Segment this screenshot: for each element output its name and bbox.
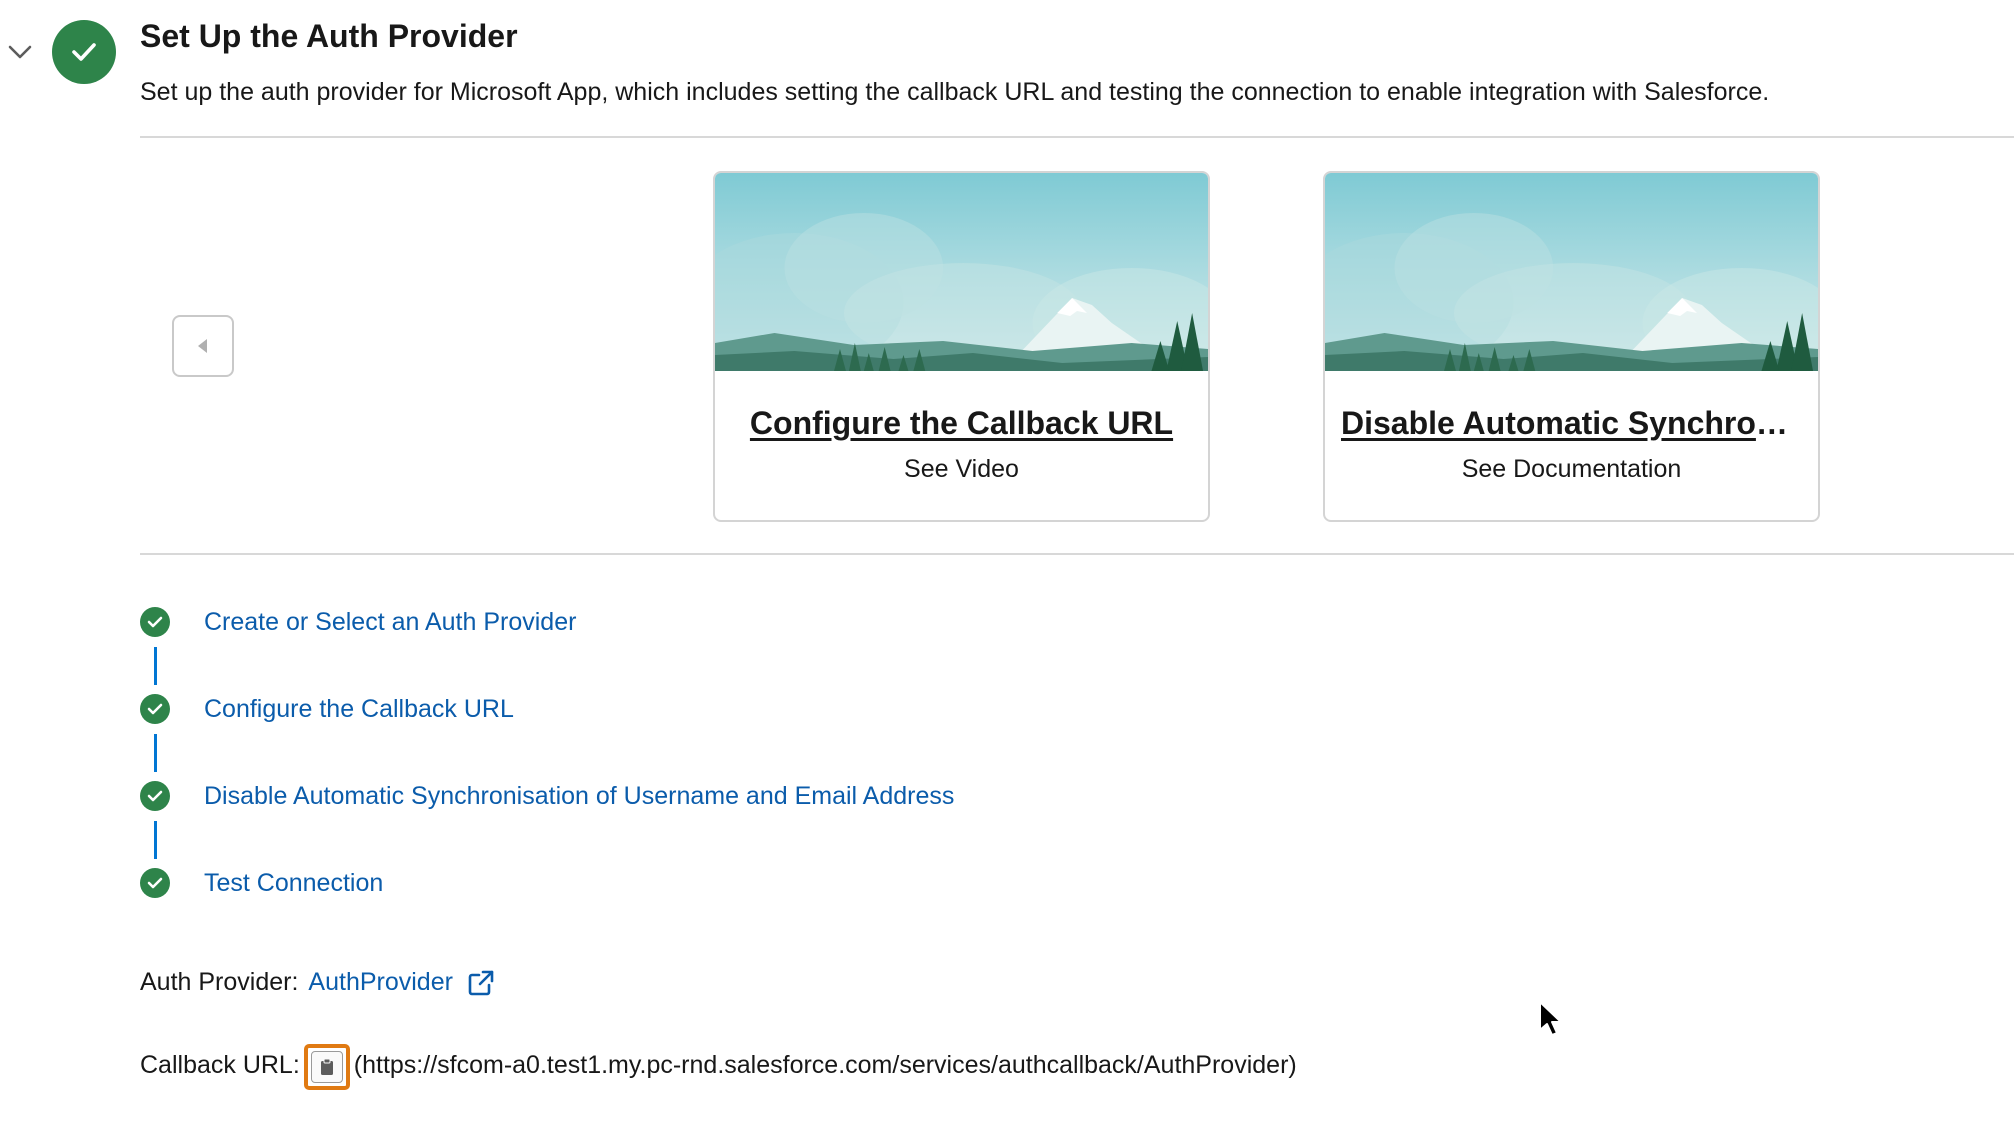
card-title[interactable]: Configure the Callback URL xyxy=(715,405,1208,442)
step-link-configure-callback[interactable]: Configure the Callback URL xyxy=(204,695,514,724)
external-link-icon[interactable] xyxy=(467,969,495,997)
check-icon xyxy=(147,877,163,889)
auth-provider-row: Auth Provider: AuthProvider xyxy=(140,968,495,997)
check-icon xyxy=(147,616,163,628)
card-subtitle: See Video xyxy=(904,455,1019,483)
step-complete-indicator xyxy=(140,868,170,898)
divider xyxy=(140,553,2014,555)
check-icon xyxy=(72,43,96,61)
callback-url-value: (https://sfcom-a0.test1.my.pc-rnd.salesf… xyxy=(353,1050,1297,1079)
step-complete-indicator xyxy=(140,607,170,637)
resource-card-disable-sync[interactable]: Disable Automatic Synchron... See Docume… xyxy=(1323,171,1820,522)
step-complete-badge xyxy=(52,20,116,84)
step-connector xyxy=(154,647,157,685)
caret-left-icon xyxy=(198,339,207,353)
copy-callback-url-button[interactable] xyxy=(303,1044,350,1090)
copy-button-frame xyxy=(310,1051,343,1083)
step-complete-indicator xyxy=(140,694,170,724)
step-complete-indicator xyxy=(140,781,170,811)
auth-provider-label: Auth Provider: xyxy=(140,968,299,996)
check-icon xyxy=(147,790,163,802)
step-connector xyxy=(154,734,157,772)
chevron-down-icon[interactable] xyxy=(6,38,34,66)
card-title[interactable]: Disable Automatic Synchron... xyxy=(1325,405,1818,442)
setup-step-panel: Set Up the Auth Provider Set up the auth… xyxy=(0,0,2014,1138)
landscape-illustration xyxy=(1325,173,1818,371)
divider xyxy=(140,136,2014,138)
card-subtitle: See Documentation xyxy=(1461,455,1682,483)
callback-url-row: Callback URL: (https://sfcom-a0.test1.my… xyxy=(140,1042,1297,1090)
clipboard-icon xyxy=(320,1058,333,1075)
section-description: Set up the auth provider for Microsoft A… xyxy=(140,78,1770,106)
step-link-create-auth-provider[interactable]: Create or Select an Auth Provider xyxy=(204,608,576,637)
callback-url-label: Callback URL: xyxy=(140,1050,300,1079)
auth-provider-link[interactable]: AuthProvider xyxy=(308,968,453,997)
step-link-test-connection[interactable]: Test Connection xyxy=(204,869,383,898)
resource-card-callback-url[interactable]: Configure the Callback URL See Video xyxy=(713,171,1210,522)
landscape-illustration xyxy=(715,173,1208,371)
check-icon xyxy=(147,703,163,715)
step-link-disable-sync[interactable]: Disable Automatic Synchronisation of Use… xyxy=(204,782,954,811)
mouse-pointer-icon xyxy=(1539,1001,1562,1036)
section-title: Set Up the Auth Provider xyxy=(140,18,518,54)
step-connector xyxy=(154,821,157,859)
carousel-previous-button[interactable] xyxy=(172,315,234,377)
